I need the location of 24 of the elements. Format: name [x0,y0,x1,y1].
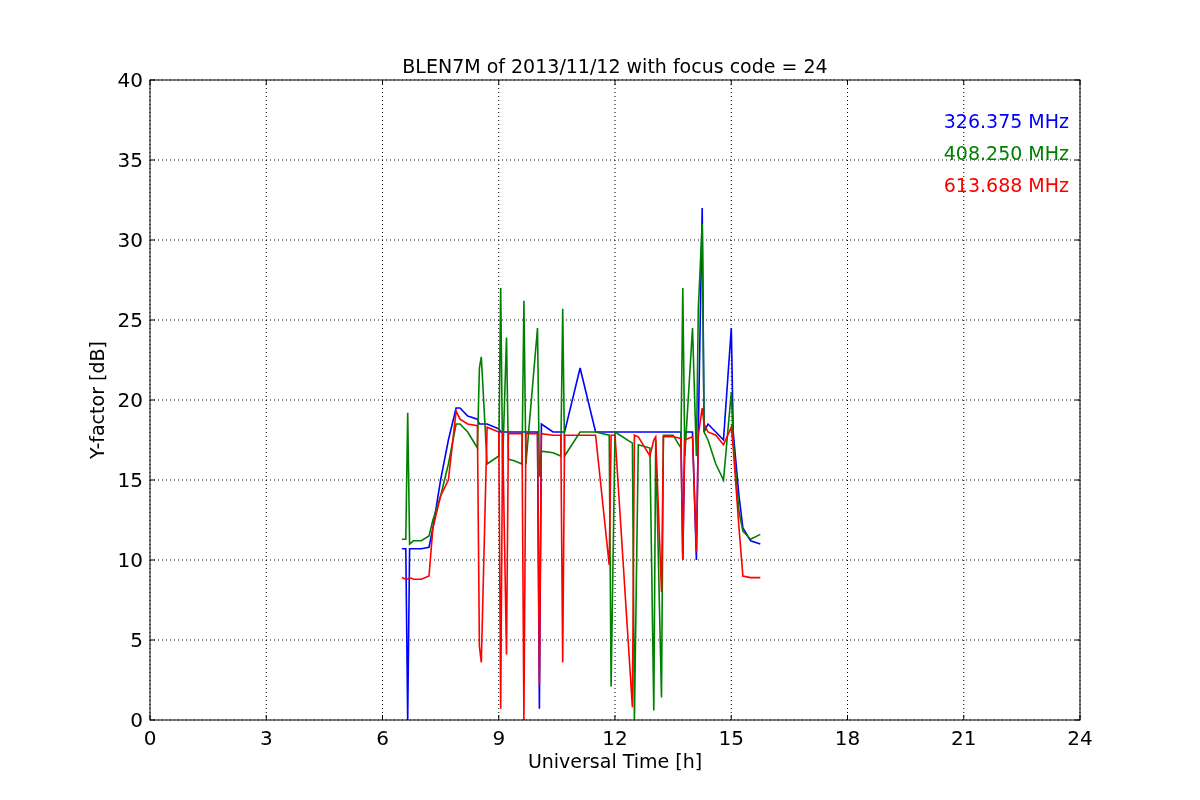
legend-label: 613.688 MHz [943,174,1069,196]
chart-title: BLEN7M of 2013/11/12 with focus code = 24 [402,55,828,77]
x-tick-label: 3 [259,726,273,750]
y-tick-label: 15 [117,468,143,492]
y-tick-label: 35 [117,148,143,172]
y-tick-label: 40 [117,68,143,92]
x-tick-label: 9 [492,726,506,750]
y-tick-label: 5 [130,628,143,652]
x-tick-label: 15 [718,726,744,750]
x-tick-label: 21 [951,726,977,750]
y-tick-label: 0 [130,708,143,732]
legend-label: 408.250 MHz [943,142,1069,164]
y-tick-label: 25 [117,308,143,332]
y-tick-label: 20 [117,388,143,412]
x-tick-label: 24 [1067,726,1093,750]
x-axis-label: Universal Time [h] [527,750,703,772]
legend-label: 326.375 MHz [943,110,1069,132]
x-tick-label: 0 [143,726,157,750]
y-tick-label: 10 [117,548,143,572]
x-tick-label: 12 [602,726,628,750]
x-tick-label: 6 [376,726,389,750]
x-tick-label: 18 [834,726,861,750]
y-tick-label: 30 [117,228,143,252]
y-axis-label: Y-factor [dB] [86,341,108,459]
